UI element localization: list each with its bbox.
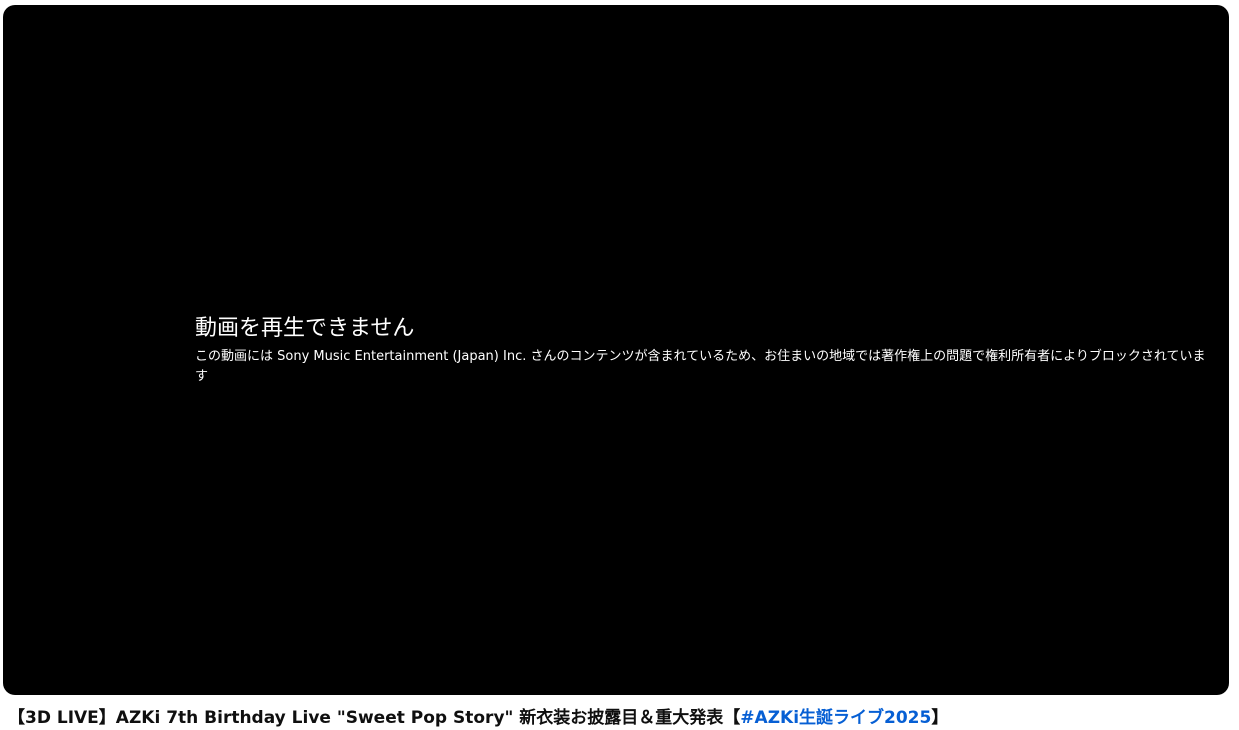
video-title-suffix: 】 bbox=[931, 708, 949, 728]
error-title: 動画を再生できません bbox=[195, 316, 415, 341]
page: 動画を再生できません この動画には Sony Music Entertainme… bbox=[0, 0, 1239, 730]
video-title-prefix: 【3D LIVE】AZKi 7th Birthday Live "Sweet P… bbox=[8, 708, 741, 728]
playback-error: 動画を再生できません この動画には Sony Music Entertainme… bbox=[195, 315, 1215, 387]
error-reason: この動画には Sony Music Entertainment (Japan) … bbox=[195, 349, 1206, 384]
hashtag-link[interactable]: #AZKi生誕ライブ2025 bbox=[740, 708, 931, 728]
video-title: 【3D LIVE】AZKi 7th Birthday Live "Sweet P… bbox=[8, 706, 1233, 730]
video-player[interactable]: 動画を再生できません この動画には Sony Music Entertainme… bbox=[3, 5, 1229, 695]
